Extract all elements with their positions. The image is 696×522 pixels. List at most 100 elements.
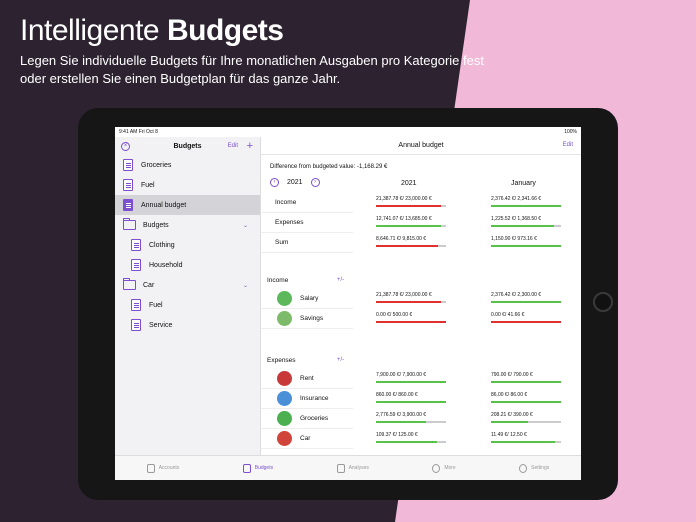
document-icon xyxy=(123,179,133,191)
category-row[interactable]: Car xyxy=(261,429,353,449)
promo-headline: Intelligente Budgets xyxy=(20,14,284,48)
progress-fill xyxy=(491,401,561,403)
year-value: 7,900.00 €/ 7,900.00 € xyxy=(376,372,427,378)
sidebar-item[interactable]: Annual budget xyxy=(115,195,260,215)
sidebar-item-label: Household xyxy=(149,261,183,269)
accounts-tab-icon xyxy=(146,463,155,473)
detail-edit-button[interactable]: Edit xyxy=(563,142,573,148)
document-icon xyxy=(131,319,141,331)
car-icon xyxy=(277,431,292,446)
year-value: 21,387.78 €/ 23,000.00 € xyxy=(376,196,432,202)
year-progress-bar xyxy=(376,401,446,403)
ipad-screen: 9:41 AM Fri Oct 8 100% × Budgets Edit + … xyxy=(115,127,581,480)
salary-icon xyxy=(277,291,292,306)
tab-accounts[interactable]: Accounts xyxy=(146,463,179,473)
folder-icon xyxy=(123,218,136,230)
analyses-tab-icon xyxy=(336,463,345,473)
tab-analyses[interactable]: Analyses xyxy=(336,463,369,473)
document-icon xyxy=(123,199,133,211)
year-navigator: ‹ 2021 › xyxy=(270,178,320,187)
month-progress-bar xyxy=(491,441,561,443)
groceries-icon xyxy=(277,411,292,426)
month-value: 1,150.90 €/ 973.16 € xyxy=(491,236,537,242)
sidebar: × Budgets Edit + Groceries Fuel Annual bud… xyxy=(115,137,261,455)
tab-label: Budgets xyxy=(254,465,274,471)
month-value: 0.00 €/ 41.66 € xyxy=(491,312,525,318)
summary-row-label[interactable]: Sum xyxy=(261,233,353,253)
next-year-icon[interactable]: › xyxy=(310,178,320,187)
detail-header: Annual budget Edit xyxy=(261,137,581,155)
adjust-button[interactable]: +/- xyxy=(337,277,344,283)
progress-fill xyxy=(491,205,561,207)
category-row[interactable]: Savings xyxy=(261,309,353,329)
month-value: 2,376.42 €/ 2,300.00 € xyxy=(491,292,542,298)
sidebar-item-label: Service xyxy=(149,321,173,329)
category-row[interactable]: Insurance xyxy=(261,389,353,409)
category-row[interactable]: Salary xyxy=(261,289,353,309)
month-progress-bar xyxy=(491,225,561,227)
category-label: Car xyxy=(300,435,311,442)
chevron-down-icon[interactable]: ⌄ xyxy=(243,282,248,289)
promo-subline: Legen Sie individuelle Budgets für Ihre … xyxy=(20,53,484,86)
summary-row-label[interactable]: Expenses xyxy=(261,213,353,233)
column-header-year: 2021 xyxy=(401,180,417,187)
tab-label: More xyxy=(444,465,456,471)
sidebar-item[interactable]: Fuel xyxy=(115,295,260,315)
budgets-tab-icon xyxy=(242,463,251,473)
insurance-icon xyxy=(277,391,292,406)
settings-tab-icon xyxy=(519,463,528,473)
tab-settings[interactable]: Settings xyxy=(519,463,550,473)
progress-fill xyxy=(491,421,529,423)
section-title: Income xyxy=(267,277,289,284)
category-label: Groceries xyxy=(300,415,329,422)
year-value: 8,646.71 €/ 9,815.00 € xyxy=(376,236,427,242)
sidebar-item[interactable]: Car ⌄ xyxy=(115,275,260,295)
tab-budgets[interactable]: Budgets xyxy=(242,463,274,473)
category-label: Insurance xyxy=(300,395,329,402)
add-icon[interactable]: + xyxy=(247,141,253,152)
document-icon xyxy=(131,239,141,251)
progress-fill xyxy=(491,301,561,303)
sidebar-item-label: Clothing xyxy=(149,241,175,249)
sidebar-item[interactable]: Household xyxy=(115,255,260,275)
category-label: Salary xyxy=(300,295,319,302)
progress-fill xyxy=(376,441,437,443)
sidebar-edit-button[interactable]: Edit xyxy=(228,143,238,149)
progress-fill xyxy=(491,245,561,247)
year-value: 109.37 €/ 125.00 € xyxy=(376,432,418,438)
summary-row-label[interactable]: Income xyxy=(261,193,353,213)
year-value: 2,776.59 €/ 3,900.00 € xyxy=(376,412,427,418)
progress-fill xyxy=(491,441,556,443)
year-progress-bar xyxy=(376,301,446,303)
year-progress-bar xyxy=(376,225,446,227)
sidebar-item[interactable]: Fuel xyxy=(115,175,260,195)
chevron-down-icon[interactable]: ⌄ xyxy=(243,222,248,229)
category-row[interactable]: Groceries xyxy=(261,409,353,429)
prev-year-icon[interactable]: ‹ xyxy=(270,178,279,187)
progress-fill xyxy=(376,225,442,227)
category-row[interactable]: Rent xyxy=(261,369,353,389)
sidebar-item-label: Groceries xyxy=(141,161,172,169)
tab-label: Settings xyxy=(531,465,550,471)
sidebar-item[interactable]: Budgets ⌄ xyxy=(115,215,260,235)
year-value: 0.00 €/ 500.00 € xyxy=(376,312,413,318)
progress-fill xyxy=(376,421,426,423)
document-icon xyxy=(131,299,141,311)
year-progress-bar xyxy=(376,421,446,423)
sidebar-item-label: Fuel xyxy=(141,181,155,189)
sidebar-item[interactable]: Groceries xyxy=(115,155,260,175)
document-icon xyxy=(123,159,133,171)
month-progress-bar xyxy=(491,205,561,207)
rent-icon xyxy=(277,371,292,386)
headline-light: Intelligente xyxy=(20,14,160,47)
tab-more[interactable]: More xyxy=(432,463,456,473)
month-value: 790.00 €/ 790.00 € xyxy=(491,372,533,378)
status-time: 9:41 AM Fri Oct 8 xyxy=(119,129,158,135)
detail-title: Annual budget xyxy=(398,142,444,149)
sidebar-item[interactable]: Service xyxy=(115,315,260,335)
column-header-month: January xyxy=(511,180,536,187)
progress-fill xyxy=(376,321,446,323)
adjust-button[interactable]: +/- xyxy=(337,357,344,363)
sidebar-title: Budgets xyxy=(173,142,202,150)
sidebar-item[interactable]: Clothing xyxy=(115,235,260,255)
